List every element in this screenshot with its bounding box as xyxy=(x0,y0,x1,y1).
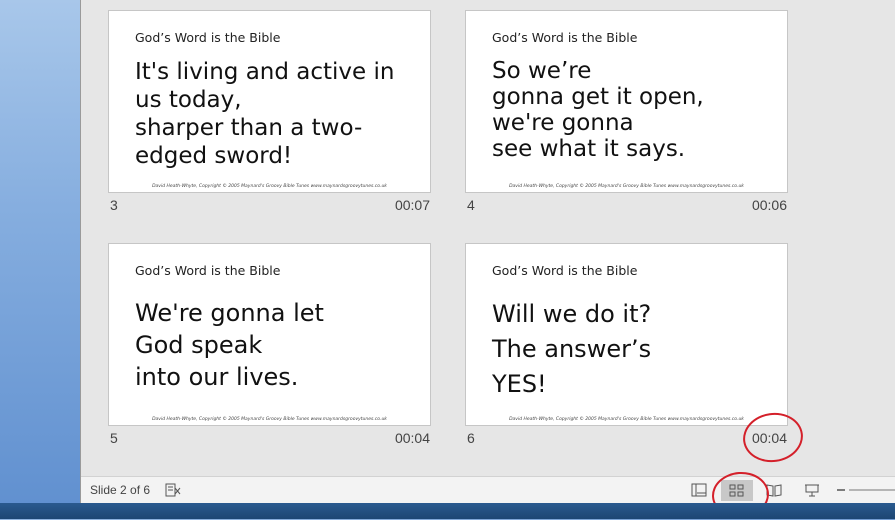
slide-line: into our lives. xyxy=(135,363,299,391)
slide-header: God’s Word is the Bible xyxy=(135,263,281,278)
powerpoint-window: God’s Word is the Bible It's living and … xyxy=(80,0,895,520)
slide-footer: David Heath-Whyte, Copyright © 2005 Mayn… xyxy=(152,184,387,189)
zoom-slider[interactable] xyxy=(849,482,895,498)
slide-thumbnail[interactable]: God’s Word is the Bible We're gonna let … xyxy=(108,243,431,426)
slide-number: 6 xyxy=(467,430,475,446)
slide-body: So we’re gonna get it open, we're gonna … xyxy=(492,58,777,162)
reading-view-icon[interactable] xyxy=(763,482,785,498)
slide-line: edged sword! xyxy=(135,143,293,169)
slide-timing: 00:04 xyxy=(751,430,787,446)
slide-indicator[interactable]: Slide 2 of 6 xyxy=(90,483,150,497)
slide-sorter-pane: God’s Word is the Bible It's living and … xyxy=(81,0,895,476)
slide-thumbnail[interactable]: God’s Word is the Bible So we’re gonna g… xyxy=(465,10,788,193)
status-bar: Slide 2 of 6 xyxy=(81,470,895,520)
slide-thumbnail[interactable]: God’s Word is the Bible It's living and … xyxy=(108,10,431,193)
slide-body: It's living and active in us today, shar… xyxy=(135,58,420,170)
slide-line: YES! xyxy=(492,370,547,398)
taskbar xyxy=(0,503,895,519)
slide-footer: David Heath-Whyte, Copyright © 2005 Mayn… xyxy=(152,417,387,422)
slide-line: The answer’s xyxy=(492,335,652,363)
slide-number: 3 xyxy=(110,197,118,213)
slide-body: Will we do it? The answer’s YES! xyxy=(492,297,777,402)
desktop-background xyxy=(0,0,80,519)
slide-line: us today, xyxy=(135,87,242,113)
slide-line: sharper than a two- xyxy=(135,115,363,141)
slide-number: 4 xyxy=(467,197,475,213)
slide-timing: 00:06 xyxy=(751,197,787,213)
slide-thumbnail[interactable]: God’s Word is the Bible Will we do it? T… xyxy=(465,243,788,426)
slide-footer: David Heath-Whyte, Copyright © 2005 Mayn… xyxy=(509,184,744,189)
slide-footer: David Heath-Whyte, Copyright © 2005 Mayn… xyxy=(509,417,744,422)
slide-body: We're gonna let God speak into our lives… xyxy=(135,297,420,393)
slide-line: God speak xyxy=(135,331,263,359)
normal-view-icon[interactable] xyxy=(688,482,710,498)
slide-line: So we’re xyxy=(492,58,592,84)
slide-line: It's living and active in xyxy=(135,59,395,85)
slide-number: 5 xyxy=(110,430,118,446)
slide-header: God’s Word is the Bible xyxy=(135,30,281,45)
spellcheck-icon[interactable] xyxy=(163,482,183,498)
zoom-out-icon[interactable] xyxy=(835,482,847,498)
slide-show-icon[interactable] xyxy=(801,482,823,498)
slide-timing: 00:07 xyxy=(394,197,430,213)
slide-sorter-view-icon[interactable] xyxy=(721,480,753,501)
slide-line: We're gonna let xyxy=(135,299,324,327)
slide-line: see what it says. xyxy=(492,136,686,162)
slide-header: God’s Word is the Bible xyxy=(492,263,638,278)
slide-timing: 00:04 xyxy=(394,430,430,446)
slide-header: God’s Word is the Bible xyxy=(492,30,638,45)
slide-line: we're gonna xyxy=(492,110,634,136)
slide-line: gonna get it open, xyxy=(492,84,704,110)
slide-line: Will we do it? xyxy=(492,300,652,328)
